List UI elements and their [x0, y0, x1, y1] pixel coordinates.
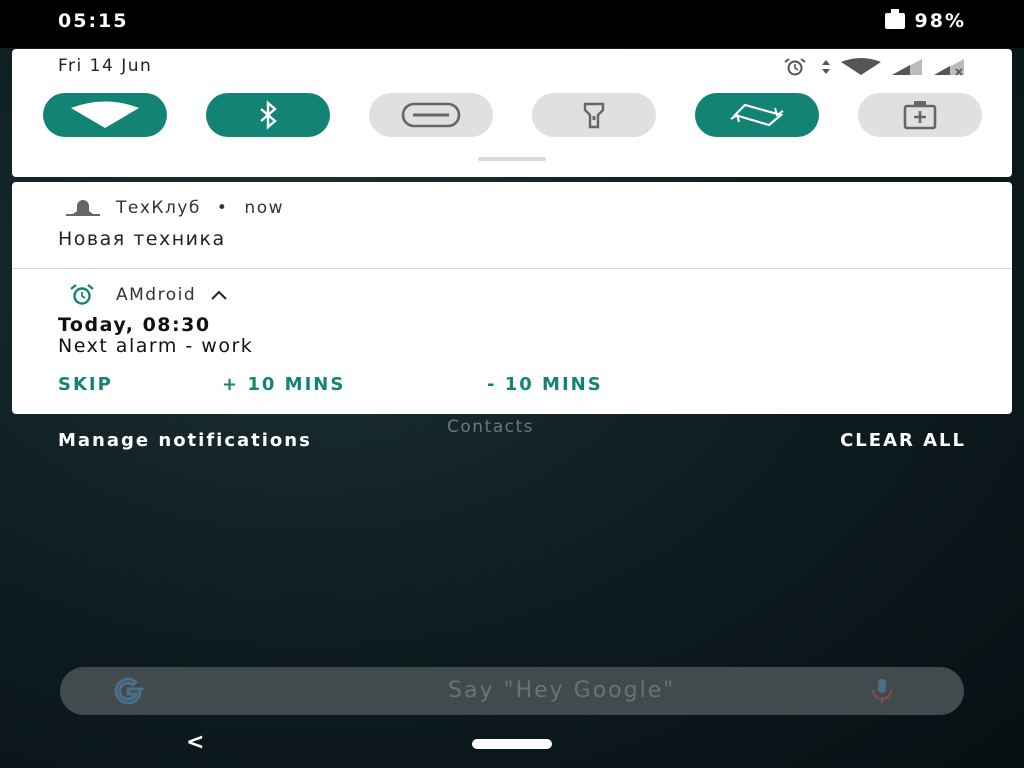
alarm-clock-icon [70, 284, 94, 305]
quick-tiles [43, 93, 982, 137]
tile-flashlight[interactable] [532, 93, 656, 137]
tile-auto-rotate[interactable] [695, 93, 819, 137]
tile-bluetooth[interactable] [206, 93, 330, 137]
techclub-header[interactable]: ТехКлуб • now [66, 198, 284, 218]
amdroid-app-name: AMdroid [116, 285, 197, 305]
wifi-icon [71, 101, 139, 128]
manage-notifications-button[interactable]: Manage notifications [58, 430, 312, 451]
tile-do-not-disturb[interactable] [369, 93, 493, 137]
battery-percent: 98% [914, 10, 966, 32]
divider [12, 268, 1012, 269]
search-placeholder: Say "Hey Google" [448, 678, 676, 703]
status-icons [778, 58, 966, 76]
home-contacts-label: Contacts [447, 417, 534, 437]
notification-card: ТехКлуб • now Новая техника AMdroid Toda… [12, 182, 1012, 414]
google-g-icon [114, 677, 146, 705]
tile-wifi[interactable] [43, 93, 167, 137]
subtract-10-mins-button[interactable]: - 10 MINS [487, 374, 603, 395]
skip-button[interactable]: SKIP [58, 374, 113, 395]
bluetooth-icon [260, 100, 277, 130]
expand-handle[interactable] [478, 157, 546, 161]
techclub-time: now [244, 198, 285, 218]
clear-all-button[interactable]: CLEAR ALL [840, 430, 966, 451]
date-label: Fri 14 Jun [58, 56, 153, 76]
chevron-up-icon[interactable] [210, 289, 228, 301]
do-not-disturb-icon [401, 102, 461, 128]
separator-dot: • [216, 198, 229, 218]
auto-rotate-icon [730, 103, 784, 127]
back-button[interactable]: < [186, 730, 204, 755]
bell-icon [66, 200, 100, 216]
google-search-bar[interactable]: Say "Hey Google" [60, 667, 964, 715]
clock: 05:15 [58, 10, 129, 32]
quick-settings-panel: Fri 14 Jun [12, 49, 1012, 177]
tile-battery-saver[interactable] [858, 93, 982, 137]
cell-no-service-icon [934, 59, 964, 76]
microphone-icon[interactable] [862, 677, 902, 705]
alarm-icon [784, 58, 806, 76]
techclub-title[interactable]: Новая техника [58, 228, 226, 250]
home-button[interactable] [472, 739, 552, 749]
add-10-mins-button[interactable]: + 10 MINS [222, 374, 345, 395]
techclub-app-name: ТехКлуб [116, 198, 201, 218]
amdroid-header[interactable]: AMdroid [62, 284, 228, 306]
wifi-signal-icon [841, 58, 881, 75]
status-bar: 05:15 98% [0, 0, 1024, 48]
flashlight-icon [583, 102, 605, 129]
alarm-time: Today, 08:30 [58, 314, 211, 336]
status-right: 98% [884, 9, 966, 32]
battery-icon [884, 9, 905, 29]
cell-signal-icon [892, 59, 922, 75]
data-arrows-icon [822, 60, 830, 74]
battery-saver-icon [903, 101, 937, 130]
alarm-label: Next alarm - work [58, 335, 254, 357]
